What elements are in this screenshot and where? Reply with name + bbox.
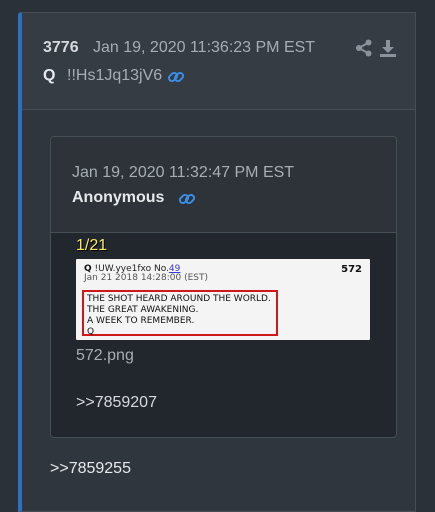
post-body: Jan 19, 2020 11:32:47 PM EST Anonymous 1… [22,110,415,510]
image-date: Jan 21 2018 14:28:00 (EST) [84,273,209,283]
image-text-line: THE GREAT AWAKENING. [87,305,199,315]
image-text-line: Q [87,327,95,337]
post-timestamp: Jan 19, 2020 11:36:23 PM EST [93,39,316,56]
image-counter: 1/21 [76,237,108,254]
post-number[interactable]: 3776 [43,39,79,57]
link-icon[interactable] [167,68,185,86]
quoted-post-timestamp: Jan 19, 2020 11:32:47 PM EST [72,164,295,181]
quoted-reply-link[interactable]: >>7859207 [76,394,157,412]
image-text-line: THE SHOT HEARD AROUND THE WORLD. [87,294,271,304]
share-icon[interactable] [355,39,373,57]
download-icon[interactable] [379,39,397,57]
image-filename[interactable]: 572.png [76,347,134,365]
link-icon[interactable] [178,190,196,208]
post-reply-link[interactable]: >>7859255 [50,460,131,478]
quoted-poster-name: Anonymous [72,189,165,206]
tripcode: !!Hs1Jq13jV6 [67,67,163,84]
post-card: 3776 Jan 19, 2020 11:36:23 PM EST Q !!Hs… [18,12,416,512]
post-header: 3776 Jan 19, 2020 11:36:23 PM EST Q !!Hs… [22,13,415,110]
poster-name: Q [43,67,56,84]
quoted-post-header: Jan 19, 2020 11:32:47 PM EST Anonymous [51,137,396,233]
quoted-post: Jan 19, 2020 11:32:47 PM EST Anonymous 1… [50,136,397,438]
post-image-thumbnail[interactable]: Q !UW.yye1fxo No.49 Jan 21 2018 14:28:00… [76,259,370,340]
image-post-number: 572 [341,264,362,275]
image-highlight-box: THE SHOT HEARD AROUND THE WORLD. THE GRE… [82,290,278,337]
image-text-line: A WEEK TO REMEMBER. [87,316,195,326]
